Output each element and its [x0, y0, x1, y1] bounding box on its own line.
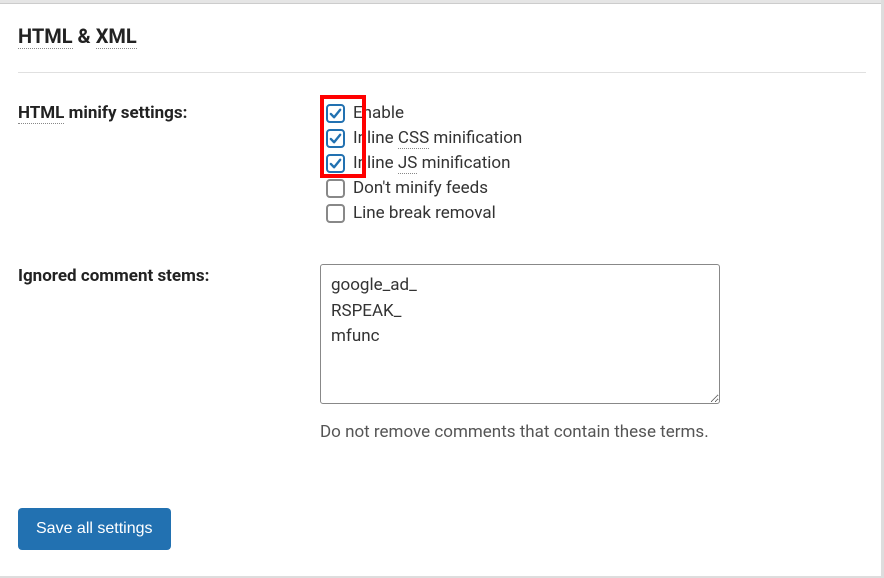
ignored-stems-row: Ignored comment stems: Do not remove com…: [18, 264, 866, 442]
ignored-stems-help: Do not remove comments that contain thes…: [320, 422, 720, 442]
checkbox-row-1: Inline CSS minification: [326, 126, 866, 150]
checkbox-2[interactable]: [326, 154, 345, 173]
ignored-stems-label: Ignored comment stems:: [18, 264, 320, 286]
section-title: HTML & XML: [18, 24, 866, 60]
checkbox-row-3: Don't minify feeds: [326, 176, 866, 200]
checkbox-label-2[interactable]: Inline JS minification: [353, 153, 511, 173]
checkbox-3[interactable]: [326, 179, 345, 198]
checkbox-label-3[interactable]: Don't minify feeds: [353, 178, 488, 198]
section-title-xml: XML: [96, 24, 137, 49]
section-title-amp: &: [78, 24, 91, 48]
checkbox-label-1[interactable]: Inline CSS minification: [353, 128, 522, 148]
checkbox-1[interactable]: [326, 129, 345, 148]
html-minify-row: HTML minify settings: Enable Inline CSS m…: [18, 101, 866, 226]
checkbox-0[interactable]: [326, 104, 345, 123]
checkbox-row-0: Enable: [326, 101, 866, 125]
minify-checkbox-group: Enable Inline CSS minification Inline JS m…: [320, 101, 866, 225]
checkbox-label-4[interactable]: Line break removal: [353, 203, 496, 223]
html-minify-label: HTML minify settings:: [18, 101, 320, 123]
checkbox-row-4: Line break removal: [326, 201, 866, 225]
ignored-stems-textarea[interactable]: [320, 264, 720, 404]
section-divider: [18, 72, 866, 73]
checkbox-4[interactable]: [326, 204, 345, 223]
save-button[interactable]: Save all settings: [18, 508, 171, 550]
checkbox-row-2: Inline JS minification: [326, 151, 866, 175]
section-title-html: HTML: [18, 24, 73, 49]
checkbox-label-0[interactable]: Enable: [353, 103, 404, 123]
